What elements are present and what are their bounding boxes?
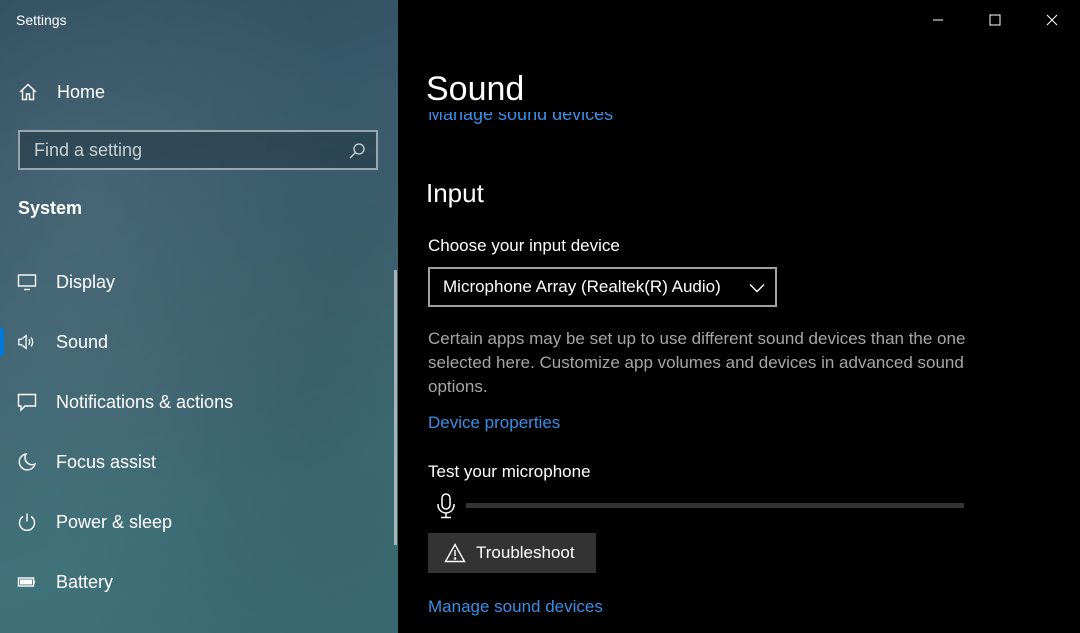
sidebar-item-label: Power & sleep — [56, 511, 173, 532]
input-device-label: Choose your input device — [428, 236, 620, 255]
sidebar-item-label: Sound — [56, 331, 109, 352]
section-title: System — [18, 198, 83, 218]
power-icon — [17, 512, 37, 532]
sidebar-item-display[interactable]: Display — [0, 252, 398, 312]
input-device-value: Microphone Array (Realtek(R) Audio) — [443, 277, 721, 296]
sidebar-item-notifications[interactable]: Notifications & actions — [0, 372, 398, 432]
close-button[interactable] — [1023, 0, 1080, 40]
battery-icon — [17, 572, 37, 592]
test-microphone-label: Test your microphone — [428, 462, 591, 481]
sidebar-item-power-sleep[interactable]: Power & sleep — [0, 492, 398, 552]
sidebar-item-battery[interactable]: Battery — [0, 552, 398, 612]
search-icon[interactable] — [348, 142, 366, 160]
sidebar-item-label: Display — [56, 271, 116, 292]
warning-icon — [444, 543, 466, 563]
maximize-icon — [989, 14, 1000, 26]
sidebar-scrollbar[interactable] — [394, 270, 397, 545]
sidebar-item-label: Focus assist — [56, 451, 157, 472]
window-controls — [909, 0, 1080, 40]
microphone-icon — [436, 493, 456, 519]
home-icon — [18, 82, 38, 102]
notification-icon — [17, 392, 37, 412]
device-properties-link[interactable]: Device properties — [428, 413, 560, 433]
maximize-button[interactable] — [966, 0, 1023, 40]
chevron-down-icon — [749, 280, 765, 296]
input-help-text: Certain apps may be set up to use differ… — [428, 329, 966, 396]
manage-sound-devices-link-partial[interactable]: Manage sound devices — [428, 112, 613, 124]
sidebar: Settings Home System Display — [0, 0, 398, 633]
search-input[interactable] — [34, 139, 334, 161]
app-title: Settings — [16, 12, 67, 28]
sidebar-item-label: Battery — [56, 571, 114, 592]
sidebar-home-label: Home — [57, 81, 106, 102]
minimize-button[interactable] — [909, 0, 966, 40]
monitor-icon — [17, 272, 37, 292]
minimize-icon — [932, 19, 943, 21]
sidebar-item-focus-assist[interactable]: Focus assist — [0, 432, 398, 492]
input-section-heading: Input — [426, 178, 484, 208]
speaker-icon — [17, 332, 37, 352]
troubleshoot-button[interactable]: Troubleshoot — [428, 533, 596, 573]
troubleshoot-label: Troubleshoot — [476, 543, 575, 562]
main-content: Sound Manage sound devices Input Choose … — [398, 0, 1080, 633]
sidebar-item-label: Notifications & actions — [56, 391, 234, 412]
close-icon — [1046, 14, 1057, 26]
sidebar-home[interactable]: Home — [0, 72, 398, 112]
input-device-dropdown[interactable]: Microphone Array (Realtek(R) Audio) — [428, 267, 777, 307]
moon-icon — [17, 452, 37, 472]
page-title: Sound — [426, 70, 525, 108]
microphone-level-meter — [466, 503, 964, 508]
sidebar-nav: Display Sound Notifications & actions Fo… — [0, 252, 398, 612]
sidebar-item-sound[interactable]: Sound — [0, 312, 398, 372]
search-box[interactable] — [18, 130, 378, 170]
manage-sound-devices-link[interactable]: Manage sound devices — [428, 597, 603, 617]
